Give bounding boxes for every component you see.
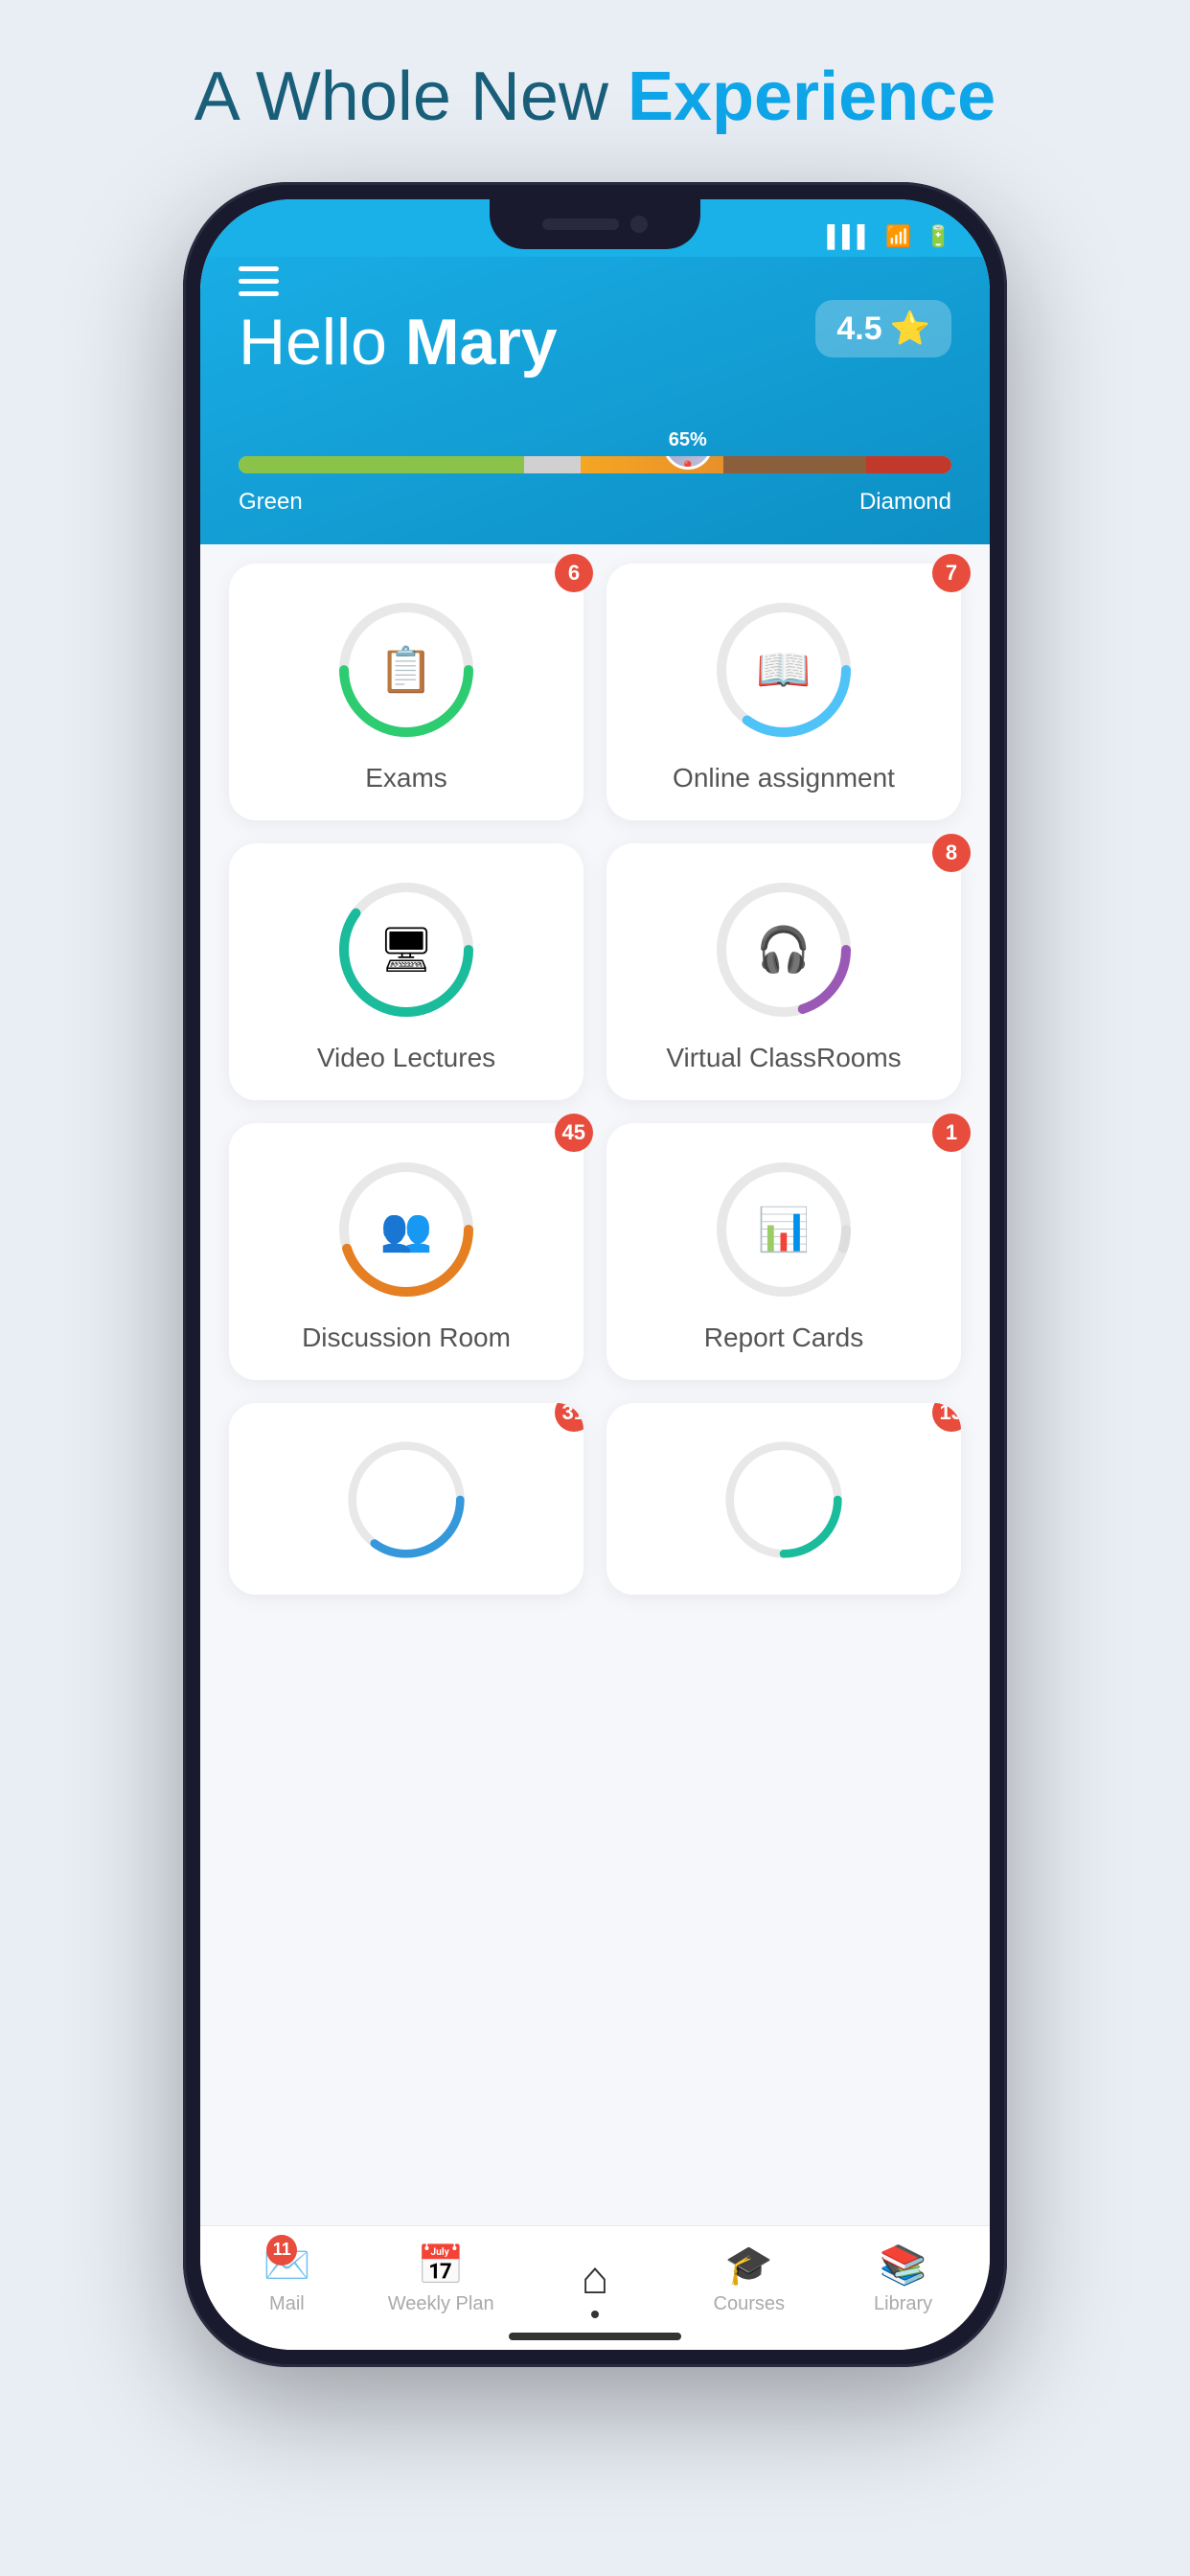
exams-icon: 📋 bbox=[378, 644, 433, 697]
weekly-plan-icon: 📅 bbox=[417, 2242, 465, 2288]
partial-ring-2 bbox=[721, 1438, 846, 1562]
report-cards-icon-wrap: 📊 bbox=[712, 1158, 856, 1301]
online-assignment-label: Online assignment bbox=[673, 763, 895, 794]
discussion-room-card[interactable]: 45 👥 Discussion Room bbox=[229, 1123, 584, 1380]
discussion-room-icon-wrap: 👥 bbox=[334, 1158, 478, 1301]
tab-mail[interactable]: ✉️ 11 Mail bbox=[229, 2242, 344, 2315]
mail-icon-wrap: ✉️ 11 bbox=[263, 2242, 310, 2288]
home-icon: ⌂ bbox=[581, 2252, 608, 2305]
progress-dark bbox=[723, 456, 866, 473]
tab-courses[interactable]: 🎓 Courses bbox=[692, 2242, 807, 2315]
virtual-classrooms-icon: 🎧 bbox=[756, 924, 811, 977]
battery-icon: 🔋 bbox=[926, 224, 951, 249]
main-content: 6 📋 Exams 7 bbox=[200, 544, 990, 2225]
online-assignment-card[interactable]: 7 📖 Online assignment bbox=[606, 564, 961, 820]
rating-badge: 4.5 ⭐ bbox=[815, 300, 951, 357]
cards-grid: 6 📋 Exams 7 bbox=[229, 564, 961, 1380]
star-icon: ⭐ bbox=[890, 310, 930, 348]
menu-line-3 bbox=[239, 291, 279, 296]
menu-button[interactable] bbox=[239, 266, 279, 296]
progress-section: 👤 65% Green Diamond bbox=[239, 456, 951, 516]
menu-line-2 bbox=[239, 279, 279, 284]
courses-icon: 🎓 bbox=[725, 2242, 773, 2288]
home-tab-dot bbox=[591, 2311, 599, 2318]
video-lectures-icon: 🖥 bbox=[378, 924, 434, 977]
partial-ring-1 bbox=[344, 1438, 469, 1562]
tab-library[interactable]: 📚 Library bbox=[846, 2242, 961, 2315]
notch-camera bbox=[630, 216, 648, 233]
mail-badge: 11 bbox=[266, 2235, 297, 2266]
exams-icon-wrap: 📋 bbox=[334, 598, 478, 742]
progress-label-right: Diamond bbox=[859, 489, 951, 516]
signal-icon: ▌▌▌ bbox=[827, 224, 872, 249]
progress-green bbox=[239, 456, 524, 473]
virtual-classrooms-card[interactable]: 8 🎧 Virtual ClassRooms bbox=[606, 843, 961, 1100]
video-lectures-card[interactable]: 🖥 Video Lectures bbox=[229, 843, 584, 1100]
partial-cards-row: 31 13 bbox=[229, 1403, 961, 1595]
notch-speaker bbox=[542, 218, 619, 230]
progress-red bbox=[866, 456, 951, 473]
wifi-icon: 📶 bbox=[885, 224, 911, 249]
tab-home[interactable]: ⌂ bbox=[538, 2252, 652, 2305]
report-cards-badge: 1 bbox=[932, 1114, 971, 1152]
greeting-text: Hello Mary bbox=[239, 305, 558, 380]
video-lectures-label: Video Lectures bbox=[317, 1043, 495, 1073]
partial-card-2[interactable]: 13 bbox=[606, 1403, 961, 1595]
virtual-classrooms-badge: 8 bbox=[932, 834, 971, 872]
virtual-classrooms-label: Virtual ClassRooms bbox=[666, 1043, 901, 1073]
tab-bar: ✉️ 11 Mail 📅 Weekly Plan ⌂ 🎓 Courses 📚 L… bbox=[200, 2225, 990, 2350]
progress-label-left: Green bbox=[239, 489, 303, 516]
courses-label: Courses bbox=[714, 2293, 785, 2315]
progress-bar: 👤 bbox=[239, 456, 951, 473]
partial-card-1[interactable]: 31 bbox=[229, 1403, 584, 1595]
virtual-classrooms-icon-wrap: 🎧 bbox=[712, 878, 856, 1022]
page-title: A Whole New Experience bbox=[0, 58, 1190, 136]
exams-badge: 6 bbox=[555, 554, 593, 592]
discussion-room-label: Discussion Room bbox=[302, 1322, 511, 1353]
tab-weekly-plan[interactable]: 📅 Weekly Plan bbox=[383, 2242, 498, 2315]
video-lectures-icon-wrap: 🖥 bbox=[334, 878, 478, 1022]
report-cards-label: Report Cards bbox=[704, 1322, 864, 1353]
partial-card-1-badge: 31 bbox=[555, 1403, 584, 1432]
exams-card[interactable]: 6 📋 Exams bbox=[229, 564, 584, 820]
report-cards-icon: 📊 bbox=[758, 1205, 811, 1254]
report-cards-card[interactable]: 1 📊 Report Cards bbox=[606, 1123, 961, 1380]
online-assignment-icon-wrap: 📖 bbox=[712, 598, 856, 742]
menu-line-1 bbox=[239, 266, 279, 271]
partial-card-2-badge: 13 bbox=[932, 1403, 961, 1432]
home-indicator bbox=[509, 2333, 681, 2340]
library-label: Library bbox=[874, 2293, 932, 2315]
online-assignment-icon: 📖 bbox=[756, 644, 811, 697]
discussion-room-badge: 45 bbox=[555, 1114, 593, 1152]
notch bbox=[490, 199, 700, 249]
phone-screen: ▌▌▌ 📶 🔋 Hello Mary 4.5 ⭐ bbox=[200, 199, 990, 2350]
progress-white bbox=[524, 456, 582, 473]
progress-labels: Green Diamond bbox=[239, 489, 951, 516]
library-icon: 📚 bbox=[880, 2242, 927, 2288]
mail-label: Mail bbox=[269, 2293, 305, 2315]
discussion-room-icon: 👥 bbox=[380, 1205, 433, 1254]
weekly-plan-label: Weekly Plan bbox=[388, 2293, 494, 2315]
exams-label: Exams bbox=[365, 763, 447, 794]
phone-frame: ▌▌▌ 📶 🔋 Hello Mary 4.5 ⭐ bbox=[183, 182, 1007, 2367]
online-assignment-badge: 7 bbox=[932, 554, 971, 592]
progress-label: 65% bbox=[669, 429, 707, 451]
